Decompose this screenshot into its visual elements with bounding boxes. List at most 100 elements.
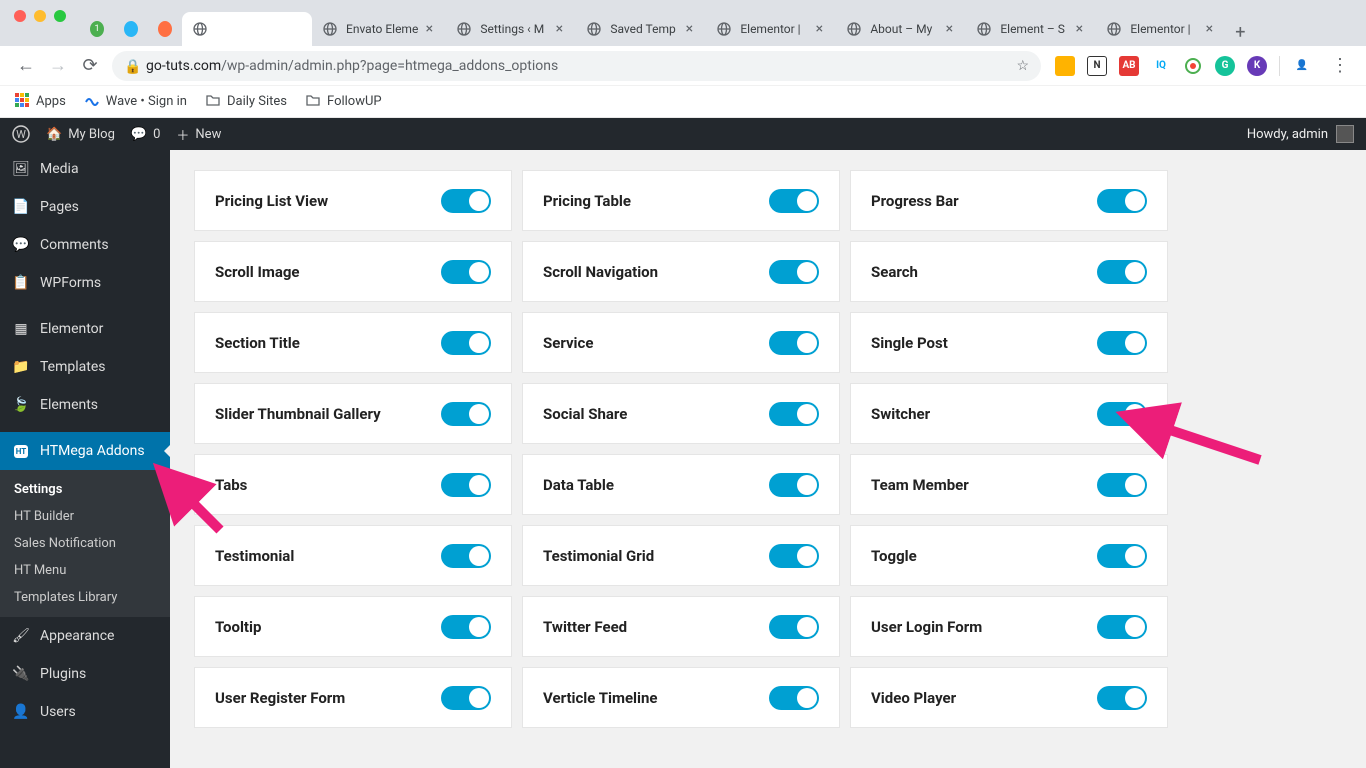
addon-toggle[interactable] [441,260,491,284]
tab-title: Elementor | [740,22,808,36]
addon-toggle[interactable] [441,189,491,213]
close-icon[interactable]: × [552,22,566,36]
sidebar-item-comments[interactable]: 💬Comments [0,226,170,264]
pinned-tab[interactable] [148,12,182,46]
forward-button[interactable]: → [42,50,74,82]
brush-icon: 🖌 [12,627,30,645]
sidebar-item-templates[interactable]: 📁Templates [0,348,170,386]
sidebar-item-wpforms[interactable]: 📋WPForms [0,264,170,302]
addon-toggle[interactable] [441,402,491,426]
bookmark-item[interactable]: FollowUP [305,92,382,112]
close-icon[interactable]: × [812,22,826,36]
addon-toggle[interactable] [1097,189,1147,213]
browser-tab-strip: 1Envato Eleme×Settings ‹ M×Saved Temp×El… [0,0,1366,46]
addon-toggle[interactable] [1097,331,1147,355]
extension-icon[interactable]: IQ [1151,56,1171,76]
addon-toggle[interactable] [1097,260,1147,284]
browser-tab[interactable]: Settings ‹ M× [446,12,576,46]
addon-toggle[interactable] [769,260,819,284]
browser-tab[interactable]: Elementor | × [706,12,836,46]
submenu-item[interactable]: Templates Library [0,584,170,611]
sidebar-item-media[interactable]: 🖼Media [0,150,170,188]
addon-card: Tooltip [194,596,512,657]
wp-logo[interactable]: W [12,125,30,143]
addon-toggle[interactable] [769,189,819,213]
mac-min-dot[interactable] [34,10,46,22]
extension-icon[interactable]: N [1087,56,1107,76]
reload-button[interactable]: ⟳ [74,50,106,82]
avatar[interactable] [1336,125,1354,143]
bookmark-item[interactable]: Daily Sites [205,92,287,112]
sidebar-item-elements[interactable]: 🍃Elements [0,386,170,424]
addon-toggle[interactable] [769,331,819,355]
new-content-link[interactable]: ＋New [176,125,221,144]
close-icon[interactable]: × [1072,22,1086,36]
submenu-item[interactable]: HT Builder [0,503,170,530]
browser-tab[interactable]: Element – S × [966,12,1096,46]
close-icon[interactable]: × [942,22,956,36]
sidebar-item-users[interactable]: 👤Users [0,693,170,731]
pinned-tab[interactable]: 1 [80,12,114,46]
extension-icon[interactable] [1183,56,1203,76]
pinned-tab[interactable] [114,12,148,46]
close-icon[interactable]: × [1202,22,1216,36]
addon-toggle[interactable] [769,615,819,639]
favicon [124,21,138,37]
addon-toggle[interactable] [769,544,819,568]
addon-toggle[interactable] [1097,402,1147,426]
browser-tab[interactable]: Elementor | × [1096,12,1226,46]
address-bar[interactable]: 🔒 go-tuts.com/wp-admin/admin.php?page=ht… [112,51,1041,81]
extension-icon[interactable] [1055,56,1075,76]
submenu-item[interactable]: Settings [0,476,170,503]
adblock-icon[interactable]: AB [1119,56,1139,76]
chrome-menu-icon[interactable]: ⋮ [1324,50,1356,82]
profile-icon[interactable]: 👤 [1292,56,1312,76]
browser-tab[interactable]: Saved Temp× [576,12,706,46]
addon-toggle[interactable] [769,686,819,710]
sidebar-item-pages[interactable]: 📄Pages [0,188,170,226]
comments-link[interactable]: 💬0 [131,127,161,142]
sidebar-item-plugins[interactable]: 🔌Plugins [0,655,170,693]
howdy-text[interactable]: Howdy, admin [1247,127,1328,142]
addon-toggle[interactable] [1097,686,1147,710]
submenu-item[interactable]: Sales Notification [0,530,170,557]
favicon [456,21,472,37]
addon-toggle[interactable] [441,331,491,355]
addon-toggle[interactable] [1097,473,1147,497]
addon-toggle[interactable] [441,615,491,639]
mac-max-dot[interactable] [54,10,66,22]
addon-toggle[interactable] [769,473,819,497]
bookmark-label: Apps [36,94,66,109]
submenu-item[interactable]: HT Menu [0,557,170,584]
addon-toggle[interactable] [441,473,491,497]
grammarly-icon[interactable]: G [1215,56,1235,76]
star-icon[interactable]: ☆ [1016,58,1029,74]
sidebar-item-htmega-addons[interactable]: HTHTMega Addons [0,432,170,470]
bookmark-item[interactable]: Wave • Sign in [84,92,187,112]
addon-toggle[interactable] [1097,544,1147,568]
sidebar-item-label: Pages [40,199,79,215]
close-icon[interactable]: × [422,22,436,36]
addon-toggle[interactable] [441,686,491,710]
addon-toggle[interactable] [1097,615,1147,639]
new-tab-button[interactable]: + [1226,18,1254,46]
favicon [322,21,338,37]
sidebar-item-elementor[interactable]: ▦Elementor [0,310,170,348]
favicon [1106,21,1122,37]
back-button[interactable]: ← [10,50,42,82]
browser-tab[interactable] [182,12,312,46]
tab-title: Element – S [1000,22,1068,36]
site-name-link[interactable]: 🏠My Blog [46,127,115,142]
extension-icon[interactable]: K [1247,56,1267,76]
browser-tab[interactable]: Envato Eleme× [312,12,446,46]
browser-tab[interactable]: About – My × [836,12,966,46]
bookmark-item[interactable]: Apps [14,92,66,112]
sidebar-item-appearance[interactable]: 🖌Appearance [0,617,170,655]
mac-close-dot[interactable] [14,10,26,22]
addon-card: User Login Form [850,596,1168,657]
home-icon: 🏠 [46,127,62,142]
addon-toggle[interactable] [769,402,819,426]
addon-toggle[interactable] [441,544,491,568]
close-icon[interactable]: × [682,22,696,36]
addon-label: Tooltip [215,618,261,636]
